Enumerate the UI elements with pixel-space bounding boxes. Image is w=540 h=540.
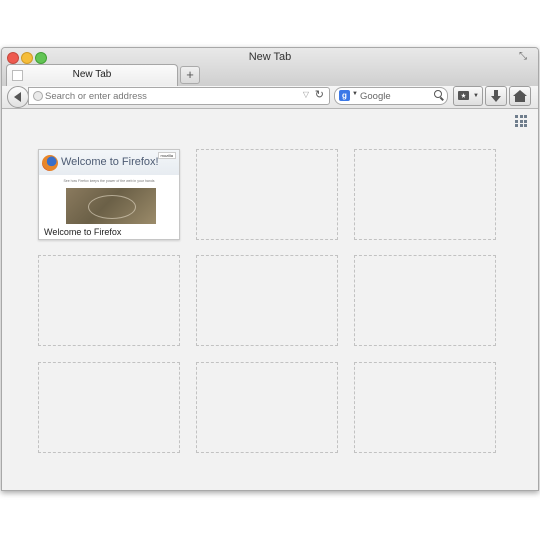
tile-thumbnail: Welcome to Firefox! mozilla See how Fire… xyxy=(39,150,179,226)
tile-title: Welcome to Firefox xyxy=(44,227,122,237)
chevron-down-icon: ▼ xyxy=(473,93,479,99)
new-tab-page: Welcome to Firefox! mozilla See how Fire… xyxy=(2,109,538,490)
empty-tile[interactable] xyxy=(38,255,180,346)
downloads-icon xyxy=(491,90,501,102)
new-tab-button[interactable]: + xyxy=(180,66,200,84)
bookmarks-button[interactable]: ▼ xyxy=(453,86,483,106)
navigation-toolbar: ▽ ↻ g ▼ ▼ xyxy=(2,86,538,109)
google-icon[interactable]: g xyxy=(339,90,350,101)
globe-icon xyxy=(33,91,43,101)
thumbnail-badge: mozilla xyxy=(157,152,176,159)
tab-new-tab[interactable]: New Tab xyxy=(6,64,178,87)
empty-tile[interactable] xyxy=(354,149,496,240)
grid-toggle-icon[interactable] xyxy=(515,115,527,127)
window-title: New Tab xyxy=(248,51,292,63)
thumbnail-subtitle: See how Firefox keeps the power of the w… xyxy=(63,179,155,183)
empty-tile[interactable] xyxy=(354,255,496,346)
search-input[interactable] xyxy=(360,89,430,103)
browser-window: New Tab ⤡ New Tab + ▽ ↻ g ▼ ▼ xyxy=(1,47,539,491)
empty-tile[interactable] xyxy=(354,362,496,453)
empty-tile[interactable] xyxy=(196,362,338,453)
reload-icon[interactable]: ↻ xyxy=(315,88,324,101)
fullscreen-icon[interactable]: ⤡ xyxy=(519,51,530,62)
back-arrow-icon xyxy=(14,92,21,102)
site-tile[interactable]: Welcome to Firefox! mozilla See how Fire… xyxy=(38,149,180,240)
dropmarker-icon[interactable]: ▽ xyxy=(303,90,309,99)
empty-tile[interactable] xyxy=(196,149,338,240)
firefox-logo-icon xyxy=(42,155,58,171)
empty-tile[interactable] xyxy=(38,362,180,453)
empty-tile[interactable] xyxy=(196,255,338,346)
thumbnail-heading: Welcome to Firefox! xyxy=(61,156,159,168)
downloads-button[interactable] xyxy=(485,86,507,106)
chevron-down-icon[interactable]: ▼ xyxy=(352,91,358,97)
tab-label: New Tab xyxy=(72,69,112,80)
url-bar[interactable]: ▽ ↻ xyxy=(28,87,330,105)
search-bar[interactable]: g ▼ xyxy=(334,87,448,105)
bookmarks-icon xyxy=(458,91,469,100)
back-button[interactable] xyxy=(7,86,29,108)
thumbnail-photo xyxy=(66,188,156,224)
home-button[interactable] xyxy=(509,86,531,106)
search-icon[interactable] xyxy=(434,90,442,98)
url-input[interactable] xyxy=(45,89,295,103)
titlebar: New Tab ⤡ New Tab + xyxy=(2,48,538,87)
